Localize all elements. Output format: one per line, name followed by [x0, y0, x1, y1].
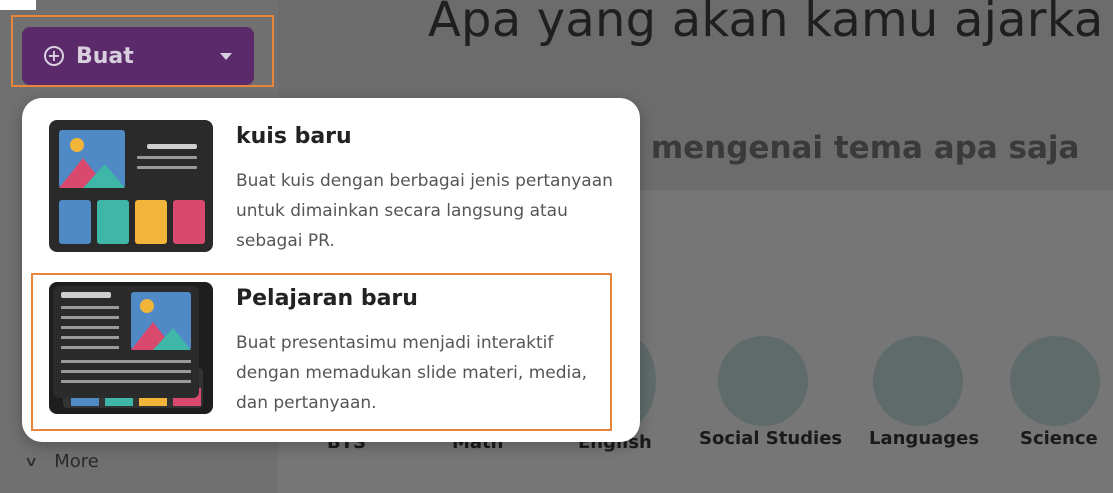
category-languages-icon[interactable] — [873, 336, 963, 426]
menu-item-description: Buat kuis dengan berbagai jenis pertanya… — [236, 171, 613, 251]
category-science-icon[interactable] — [1010, 336, 1100, 426]
create-button-label: Buat — [76, 43, 134, 69]
caret-down-icon[interactable] — [220, 52, 232, 60]
category-label-science[interactable]: Science — [1020, 428, 1098, 449]
create-menu: kuis baru Buat kuis dengan berbagai jeni… — [22, 98, 640, 442]
menu-item-description: Buat presentasimu menjadi interaktif den… — [236, 333, 588, 413]
menu-item-title: kuis baru — [236, 124, 352, 149]
page-subtitle: z mengenai tema apa saja — [622, 130, 1080, 166]
create-button[interactable]: + Buat — [22, 27, 254, 85]
sidebar-more-toggle[interactable]: ∨ More — [23, 451, 99, 472]
top-edge-mark — [0, 0, 36, 10]
category-label-languages[interactable]: Languages — [869, 428, 979, 449]
menu-item-new-quiz[interactable]: kuis baru Buat kuis dengan berbagai jeni… — [22, 112, 640, 262]
menu-item-new-lesson[interactable]: Pelajaran baru Buat presentasimu menjadi… — [22, 274, 640, 424]
menu-item-title: Pelajaran baru — [236, 286, 418, 311]
plus-circle-icon: + — [44, 46, 64, 66]
chevron-down-icon: ∨ — [23, 453, 39, 470]
page-title: Apa yang akan kamu ajarka — [428, 0, 1104, 48]
quiz-thumbnail-icon — [49, 120, 213, 252]
category-social-studies-icon[interactable] — [718, 336, 808, 426]
lesson-thumbnail-icon — [49, 282, 213, 414]
sidebar-more-label: More — [54, 451, 99, 472]
category-label-social-studies[interactable]: Social Studies — [699, 428, 842, 449]
